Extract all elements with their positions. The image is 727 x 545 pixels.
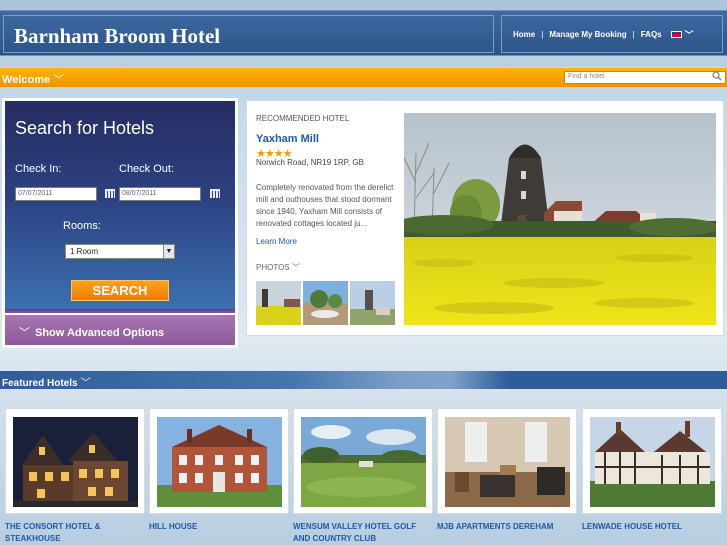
search-icon[interactable] bbox=[712, 71, 724, 81]
advanced-options-toggle[interactable]: ﹀ Show Advanced Options bbox=[5, 315, 235, 345]
featured-hotel-title[interactable]: HILL HOUSE bbox=[149, 521, 289, 533]
nav-manage-booking-link[interactable]: Manage My Booking bbox=[549, 30, 626, 39]
brand-box: Barnham Broom Hotel bbox=[3, 15, 494, 53]
check-out-label: Check Out: bbox=[119, 163, 175, 175]
divider bbox=[5, 309, 235, 313]
hotel-address: Norwich Road, NR19 1RP, GB bbox=[256, 158, 364, 167]
welcome-toggle[interactable]: Welcome ﹀ bbox=[2, 71, 64, 87]
hotel-description: Completely renovated from the derelict m… bbox=[256, 183, 394, 228]
hotel-photo[interactable] bbox=[590, 417, 715, 507]
chevron-down-icon: ﹀ bbox=[291, 263, 300, 272]
rooms-selected-value: 1 Room bbox=[70, 247, 99, 256]
hotel-photo[interactable] bbox=[13, 417, 138, 507]
recommended-hotel-photo[interactable] bbox=[404, 113, 716, 325]
nav-home-link[interactable]: Home bbox=[513, 30, 535, 39]
chevron-down-icon: ﹀ bbox=[80, 378, 91, 389]
nav-separator: | bbox=[541, 29, 544, 39]
check-in-field[interactable]: 07/07/2011 bbox=[15, 187, 97, 201]
check-out-field[interactable]: 08/07/2011 bbox=[119, 187, 201, 201]
search-button[interactable]: SEARCH bbox=[71, 280, 169, 301]
featured-hotel-card[interactable] bbox=[437, 408, 577, 514]
photo-thumbnail[interactable] bbox=[256, 281, 301, 325]
photos-toggle[interactable]: PHOTOS ﹀ bbox=[256, 262, 300, 273]
check-in-label: Check In: bbox=[15, 163, 62, 175]
dropdown-arrow-icon[interactable]: ▼ bbox=[163, 245, 174, 258]
search-form: Search for Hotels Check In: Check Out: 0… bbox=[5, 101, 235, 311]
chevron-down-icon[interactable]: ﹀ bbox=[685, 28, 694, 41]
find-hotel-input[interactable]: Find a hotel bbox=[564, 71, 726, 84]
learn-more-link[interactable]: Learn More bbox=[256, 237, 297, 246]
recommended-hotel-name[interactable]: Yaxham Mill bbox=[256, 133, 319, 145]
calendar-icon[interactable] bbox=[210, 189, 220, 198]
calendar-icon[interactable] bbox=[105, 189, 115, 198]
rooms-label: Rooms: bbox=[63, 220, 101, 232]
uk-flag-icon[interactable] bbox=[670, 30, 682, 38]
photos-label: PHOTOS bbox=[256, 263, 290, 272]
featured-hotel-card[interactable] bbox=[5, 408, 145, 514]
top-navigation: Home | Manage My Booking | FAQs ﹀ bbox=[501, 15, 723, 53]
site-header: Barnham Broom Hotel Home | Manage My Boo… bbox=[0, 10, 727, 56]
featured-hotel-card[interactable] bbox=[293, 408, 433, 514]
welcome-label: Welcome bbox=[2, 74, 51, 86]
featured-hotel-title[interactable]: LENWADE HOUSE HOTEL bbox=[582, 521, 722, 533]
photo-thumbnail[interactable] bbox=[303, 281, 348, 325]
rooms-select[interactable]: 1 Room ▼ bbox=[65, 244, 175, 259]
photo-thumbnail[interactable] bbox=[350, 281, 395, 325]
featured-hotel-title[interactable]: MJB APARTMENTS DEREHAM bbox=[437, 521, 577, 533]
featured-hotel-title[interactable]: THE CONSORT HOTEL & STEAKHOUSE bbox=[5, 521, 145, 545]
advanced-options-label: Show Advanced Options bbox=[35, 327, 165, 339]
recommended-hotel-panel: RECOMMENDED HOTEL Yaxham Mill ★★★★ Norwi… bbox=[246, 100, 724, 336]
chevron-down-icon: ﹀ bbox=[53, 74, 65, 86]
hotel-photo[interactable] bbox=[301, 417, 426, 507]
hotel-photo[interactable] bbox=[157, 417, 282, 507]
featured-hotel-title[interactable]: WENSUM VALLEY HOTEL GOLF AND COUNTRY CLU… bbox=[293, 521, 433, 545]
featured-hotels-bar: Featured Hotels ﹀ bbox=[0, 371, 727, 389]
welcome-bar: Welcome ﹀ Find a hotel bbox=[0, 67, 727, 87]
featured-hotel-card[interactable] bbox=[149, 408, 289, 514]
chevron-down-icon: ﹀ bbox=[19, 327, 30, 339]
search-title: Search for Hotels bbox=[15, 118, 155, 138]
hotel-photo[interactable] bbox=[445, 417, 570, 507]
recommended-caption: RECOMMENDED HOTEL bbox=[256, 114, 350, 123]
nav-faqs-link[interactable]: FAQs bbox=[641, 30, 662, 39]
site-logo-text[interactable]: Barnham Broom Hotel bbox=[14, 24, 220, 49]
featured-hotel-card[interactable] bbox=[582, 408, 722, 514]
nav-separator: | bbox=[632, 29, 635, 39]
search-panel: Search for Hotels Check In: Check Out: 0… bbox=[2, 98, 238, 348]
featured-hotels-label: Featured Hotels bbox=[2, 378, 78, 389]
featured-hotels-toggle[interactable]: Featured Hotels ﹀ bbox=[2, 374, 91, 389]
